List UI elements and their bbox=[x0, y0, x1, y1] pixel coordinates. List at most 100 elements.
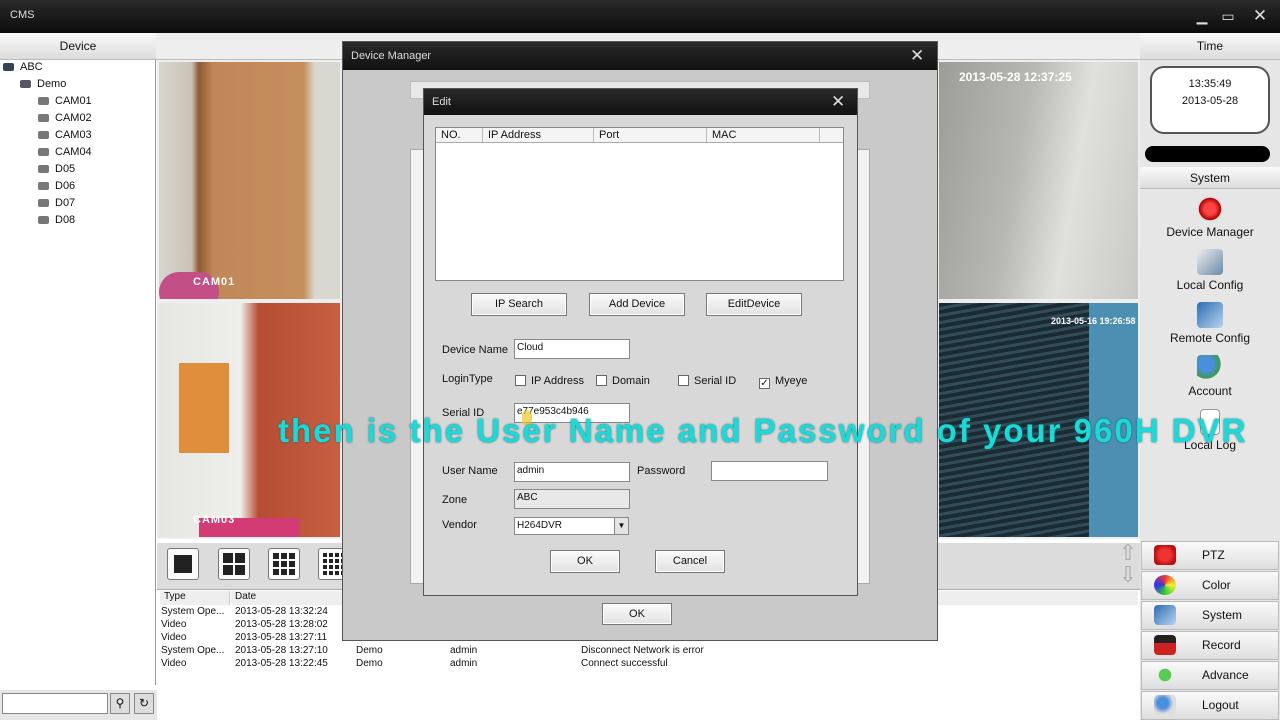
ptz-icon bbox=[1154, 545, 1176, 565]
local-config-icon bbox=[1197, 249, 1223, 275]
zone-label: Zone bbox=[442, 494, 468, 506]
tree-cam[interactable]: D07 bbox=[38, 197, 75, 209]
user-name-field[interactable]: admin bbox=[514, 462, 630, 482]
camera-icon bbox=[38, 216, 49, 225]
device-manager-ok-button[interactable]: OK bbox=[602, 603, 672, 625]
edit-dialog: Edit ✕ NO. IP Address Port MAC IP Search… bbox=[423, 88, 858, 596]
camera-icon bbox=[38, 165, 49, 174]
layout-2x2-button[interactable] bbox=[218, 548, 250, 580]
zone-field[interactable]: ABC bbox=[514, 489, 630, 509]
edit-device-button[interactable]: EditDevice bbox=[706, 293, 802, 316]
close-icon[interactable]: ✕ bbox=[910, 46, 924, 66]
table-row[interactable]: Video 2013-05-28 13:22:45 Demo admin Connect… bbox=[157, 658, 1140, 671]
title-bar: CMS ▁ ▭ ✕ bbox=[0, 0, 1280, 33]
checkbox-unchecked-icon bbox=[678, 375, 689, 386]
tree-root[interactable]: ABC bbox=[3, 61, 43, 73]
tree-search-input[interactable] bbox=[2, 693, 108, 714]
edit-ok-button[interactable]: OK bbox=[550, 550, 620, 573]
login-ip-address-checkbox[interactable]: IP Address bbox=[515, 375, 584, 387]
device-manager-titlebar: Device Manager ✕ bbox=[343, 42, 937, 70]
tree-cam[interactable]: D06 bbox=[38, 180, 75, 192]
edit-cancel-button[interactable]: Cancel bbox=[655, 550, 725, 573]
camera-icon bbox=[38, 182, 49, 191]
layout-1x1-button[interactable] bbox=[167, 548, 199, 580]
add-device-button[interactable]: Add Device bbox=[589, 293, 685, 316]
device-manager-button[interactable]: Device Manager bbox=[1140, 196, 1280, 239]
log-col-date[interactable]: Date bbox=[231, 591, 351, 605]
tree-cam[interactable]: D05 bbox=[38, 163, 75, 175]
logout-icon bbox=[1154, 695, 1176, 715]
grid-1-icon bbox=[174, 555, 192, 573]
camera-label: CAM01 bbox=[193, 276, 236, 288]
table-row[interactable]: System Ope... 2013-05-28 13:27:10 Demo admi… bbox=[157, 645, 1140, 658]
layout-3x3-button[interactable] bbox=[268, 548, 300, 580]
remote-config-button[interactable]: Remote Config bbox=[1140, 302, 1280, 345]
col-mac[interactable]: MAC bbox=[707, 128, 820, 143]
device-name-field[interactable]: Cloud bbox=[514, 339, 630, 359]
advance-button[interactable]: Advance bbox=[1141, 661, 1279, 690]
maximize-icon[interactable]: ▭ bbox=[1219, 7, 1237, 25]
tree-cam[interactable]: CAM04 bbox=[38, 146, 92, 158]
checkbox-unchecked-icon bbox=[596, 375, 607, 386]
close-icon[interactable]: ✕ bbox=[1251, 7, 1269, 25]
clock-display: 13:35:49 2013-05-28 bbox=[1150, 66, 1270, 134]
camera-icon bbox=[38, 199, 49, 208]
chevron-down-icon[interactable]: ▼ bbox=[614, 518, 628, 534]
timestamp: 2013-05-28 12:37:25 bbox=[959, 70, 1072, 84]
tree-cam[interactable]: CAM01 bbox=[38, 95, 92, 107]
arrow-down-icon[interactable]: ⇩ bbox=[1117, 564, 1139, 587]
logout-button[interactable]: Logout bbox=[1141, 691, 1279, 720]
ptz-button[interactable]: PTZ bbox=[1141, 541, 1279, 570]
password-field[interactable] bbox=[711, 461, 828, 481]
tree-group[interactable]: Demo bbox=[20, 78, 66, 90]
grid-4-icon bbox=[223, 553, 245, 575]
record-button[interactable]: Record bbox=[1141, 631, 1279, 660]
local-config-button[interactable]: Local Config bbox=[1140, 249, 1280, 292]
found-devices-table[interactable]: NO. IP Address Port MAC bbox=[435, 127, 844, 281]
vendor-select[interactable]: H264DVR ▼ bbox=[514, 517, 629, 535]
password-label: Password bbox=[637, 465, 686, 477]
col-port[interactable]: Port bbox=[594, 128, 707, 143]
device-name-label: Device Name bbox=[442, 344, 509, 356]
timestamp: 2013-05-16 19:26:58 bbox=[1051, 316, 1136, 326]
col-no[interactable]: NO. bbox=[436, 128, 483, 143]
video-tile-cam01[interactable]: CAM01 bbox=[157, 60, 342, 301]
col-ip-address[interactable]: IP Address bbox=[483, 128, 594, 143]
users-icon bbox=[1197, 355, 1223, 381]
login-myeye-checkbox[interactable]: ✓ Myeye bbox=[759, 375, 807, 389]
system-button[interactable]: System bbox=[1141, 601, 1279, 630]
login-type-label: LoginType bbox=[442, 373, 493, 385]
log-col-type[interactable]: Type bbox=[160, 591, 230, 605]
group-icon bbox=[3, 63, 14, 72]
app-title: CMS bbox=[10, 9, 35, 21]
camera-icon bbox=[38, 97, 49, 106]
clock-time: 13:35:49 bbox=[1188, 78, 1232, 90]
login-domain-checkbox[interactable]: Domain bbox=[596, 375, 650, 387]
ip-search-button[interactable]: IP Search bbox=[471, 293, 567, 316]
tree-cam[interactable]: CAM03 bbox=[38, 129, 92, 141]
download-arrow-icon bbox=[1154, 665, 1176, 685]
dvr-icon bbox=[20, 80, 31, 89]
close-icon[interactable]: ✕ bbox=[831, 92, 845, 112]
clapperboard-icon bbox=[1154, 635, 1176, 655]
user-name-label: User Name bbox=[442, 465, 498, 477]
login-serial-id-checkbox[interactable]: Serial ID bbox=[678, 375, 736, 387]
search-icon[interactable]: ⚲ bbox=[110, 693, 130, 714]
remote-config-icon bbox=[1197, 302, 1223, 328]
system-icon bbox=[1154, 605, 1176, 625]
minimize-icon[interactable]: ▁ bbox=[1193, 7, 1211, 25]
table-header: NO. IP Address Port MAC bbox=[436, 128, 843, 143]
video-tile-top-right[interactable]: 2013-05-28 12:37:25 bbox=[937, 60, 1140, 301]
camera-icon bbox=[38, 148, 49, 157]
camera-label: CAM03 bbox=[193, 514, 236, 526]
grid-9-icon bbox=[273, 553, 295, 575]
video-caption: then is the User Name and Password of yo… bbox=[278, 412, 1248, 449]
status-bar bbox=[1145, 146, 1270, 162]
refresh-icon[interactable]: ↻ bbox=[134, 693, 154, 714]
tree-cam[interactable]: D08 bbox=[38, 214, 75, 226]
account-button[interactable]: Account bbox=[1140, 355, 1280, 398]
system-header: System bbox=[1140, 167, 1280, 189]
tree-cam[interactable]: CAM02 bbox=[38, 112, 92, 124]
vendor-label: Vendor bbox=[442, 519, 477, 531]
color-button[interactable]: Color bbox=[1141, 571, 1279, 600]
